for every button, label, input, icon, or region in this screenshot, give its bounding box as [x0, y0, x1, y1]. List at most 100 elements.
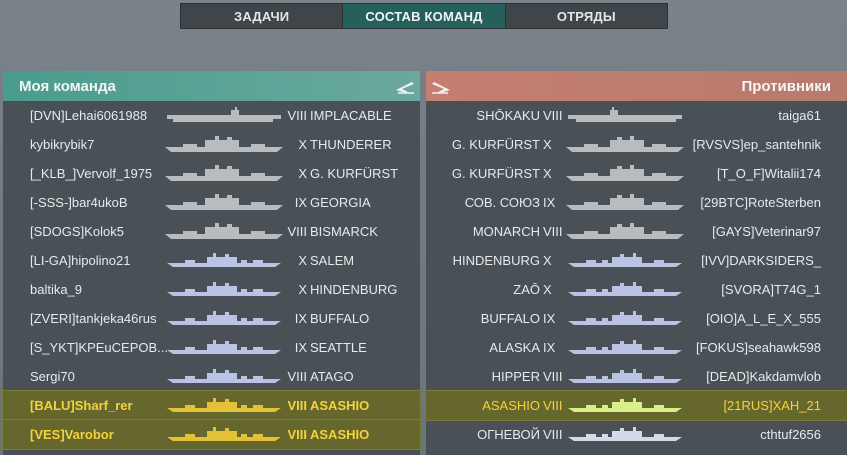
player-row[interactable]: baltika_9 X HINDENBURG — [3, 275, 420, 304]
ship-tier: X — [298, 282, 307, 297]
ship-name: ZAŌ — [513, 282, 540, 297]
ship-silhouette-icon — [568, 107, 682, 122]
player-name: [OIO]A_L_E_X_555 — [706, 311, 821, 326]
ship-silhouette-icon — [165, 136, 283, 152]
ship-name: ASASHIO — [310, 427, 370, 442]
ship-tier: X — [543, 137, 552, 152]
player-row[interactable]: Sergi70 VIII ATAGO — [3, 362, 420, 391]
ship-tier: X — [298, 253, 307, 268]
ship-silhouette-icon — [167, 253, 281, 267]
ship-silhouette-icon — [165, 165, 283, 181]
ship-tier: VIII — [287, 427, 307, 442]
enemy-team-panel: Противники SHŌKAKU VIII taiga61 G. KURFÜRST… — [425, 71, 847, 455]
player-name: [DEAD]Kakdamvlob — [706, 369, 821, 384]
ship-silhouette-icon — [568, 369, 682, 383]
ship-tier: X — [298, 137, 307, 152]
ship-name: MONARCH — [472, 224, 540, 239]
player-name: [RVSVS]ep_santehnik — [692, 137, 821, 152]
player-row[interactable]: [_KLB_]Vervolf_1975 X G. KURFÜRST — [3, 159, 420, 188]
player-row[interactable]: MONARCH VIII [GAYS]Veterinar97 — [426, 217, 847, 246]
player-row[interactable]: G. KURFÜRST X [RVSVS]ep_santehnik — [426, 130, 847, 159]
ship-tier: VIII — [287, 108, 307, 123]
player-row[interactable]: [VES]Varobor VIII ASASHIO — [2, 419, 421, 450]
ship-tier: X — [298, 166, 307, 181]
my-team-list: [DVN]Lehai6061988 VIII IMPLACABLE kybikrybi… — [2, 101, 421, 455]
my-team-header: Моя команда — [3, 71, 420, 101]
ship-silhouette-icon — [568, 282, 682, 296]
ship-silhouette-icon — [167, 282, 281, 296]
player-name: Sergi70 — [30, 369, 75, 384]
player-row[interactable]: BUFFALO IX [OIO]A_L_E_X_555 — [426, 304, 847, 333]
player-row[interactable]: [LI-GA]hipolino21 X SALEM — [3, 246, 420, 275]
ship-tier: IX — [294, 195, 307, 210]
ship-silhouette-icon — [167, 398, 281, 412]
player-row[interactable]: SHŌKAKU VIII taiga61 — [426, 101, 847, 130]
ship-tier: VIII — [543, 108, 563, 123]
ship-tier: VIII — [543, 427, 563, 442]
my-team-title: Моя команда — [19, 77, 116, 95]
player-row[interactable]: HIPPER VIII [DEAD]Kakdamvlob — [426, 362, 847, 391]
player-name: [LI-GA]hipolino21 — [30, 253, 131, 268]
player-name: [SVORA]T74G_1 — [721, 282, 821, 297]
player-name: [FOKUS]seahawk598 — [695, 340, 821, 355]
ship-silhouette-icon — [568, 340, 682, 354]
ship-name: THUNDERER — [310, 137, 392, 152]
ship-name: G. KURFÜRST — [310, 166, 399, 181]
player-row[interactable]: G. KURFÜRST X [T_O_F]Witalii174 — [426, 159, 847, 188]
player-name: [ZVERI]tankjeka46rus — [30, 311, 157, 326]
player-name: kybikrybik7 — [30, 137, 95, 152]
ship-name: G. KURFÜRST — [451, 137, 540, 152]
player-name: [IVV]DARKSIDERS_ — [701, 253, 821, 268]
player-row[interactable]: ALASKA IX [FOKUS]seahawk598 — [426, 333, 847, 362]
ship-tier: X — [543, 282, 552, 297]
player-name: [DVN]Lehai6061988 — [30, 108, 148, 123]
ship-name: ALASKA — [489, 340, 540, 355]
ship-name: ASASHIO — [482, 398, 540, 413]
ship-name: ОГНЕВОЙ — [477, 427, 540, 442]
enemy-team-header: Противники — [426, 71, 847, 101]
ship-name: ATAGO — [310, 369, 354, 384]
player-row[interactable]: ОГНЕВОЙ VIII cthtuf2656 — [426, 420, 847, 449]
ship-tier: IX — [543, 340, 556, 355]
ship-name: ASASHIO — [310, 398, 370, 413]
enemy-team-list: SHŌKAKU VIII taiga61 G. KURFÜRST X [RVSVS]ep_… — [425, 101, 847, 455]
player-row[interactable]: [S_YKT]KPEuCEPOB... IX SEATTLE — [3, 333, 420, 362]
ship-tier: VIII — [543, 398, 563, 413]
player-row[interactable]: ASASHIO VIII [21RUS]XAH_21 — [425, 390, 847, 421]
player-row[interactable]: [DVN]Lehai6061988 VIII IMPLACABLE — [3, 101, 420, 130]
tab-tasks[interactable]: ЗАДАЧИ — [181, 4, 344, 28]
player-row[interactable]: [BALU]Sharf_rer VIII ASASHIO — [2, 390, 421, 421]
ship-silhouette-icon — [566, 136, 684, 152]
ship-name: HIPPER — [491, 369, 540, 384]
ship-silhouette-icon — [167, 340, 281, 354]
ship-name: HINDENBURG — [310, 282, 398, 297]
ship-silhouette-icon — [167, 369, 281, 383]
player-row[interactable]: [ZVERI]tankjeka46rus IX BUFFALO — [3, 304, 420, 333]
ship-silhouette-icon — [165, 223, 283, 239]
ship-silhouette-icon — [566, 194, 684, 210]
ship-silhouette-icon — [165, 194, 283, 210]
ship-silhouette-icon — [167, 311, 281, 325]
ship-name: SEATTLE — [310, 340, 367, 355]
player-row[interactable]: HINDENBURG X [IVV]DARKSIDERS_ — [426, 246, 847, 275]
ship-silhouette-icon — [568, 398, 682, 412]
player-name: [GAYS]Veterinar97 — [712, 224, 821, 239]
tab-divisions[interactable]: ОТРЯДЫ — [506, 4, 667, 28]
ship-tier: VIII — [287, 224, 307, 239]
ship-name: HINDENBURG — [452, 253, 540, 268]
player-name: [T_O_F]Witalii174 — [716, 166, 821, 181]
ship-name: GEORGIA — [310, 195, 371, 210]
tab-team-composition[interactable]: СОСТАВ КОМАНД — [343, 4, 506, 28]
ship-silhouette-icon — [568, 311, 682, 325]
ship-tier: IX — [543, 195, 556, 210]
player-row[interactable]: ZAŌ X [SVORA]T74G_1 — [426, 275, 847, 304]
ship-name: SHŌKAKU — [476, 108, 540, 123]
ship-tier: IX — [294, 340, 307, 355]
player-name: [21RUS]XAH_21 — [723, 398, 821, 413]
player-row[interactable]: [SDOGS]Kolok5 VIII BISMARCK — [3, 217, 420, 246]
player-row[interactable]: СОВ. СОЮЗ IX [29BTC]RoteSterben — [426, 188, 847, 217]
ship-tier: VIII — [287, 398, 307, 413]
ship-silhouette-icon — [566, 165, 684, 181]
player-row[interactable]: [-SSS-]bar4ukoB IX GEORGIA — [3, 188, 420, 217]
player-row[interactable]: kybikrybik7 X THUNDERER — [3, 130, 420, 159]
